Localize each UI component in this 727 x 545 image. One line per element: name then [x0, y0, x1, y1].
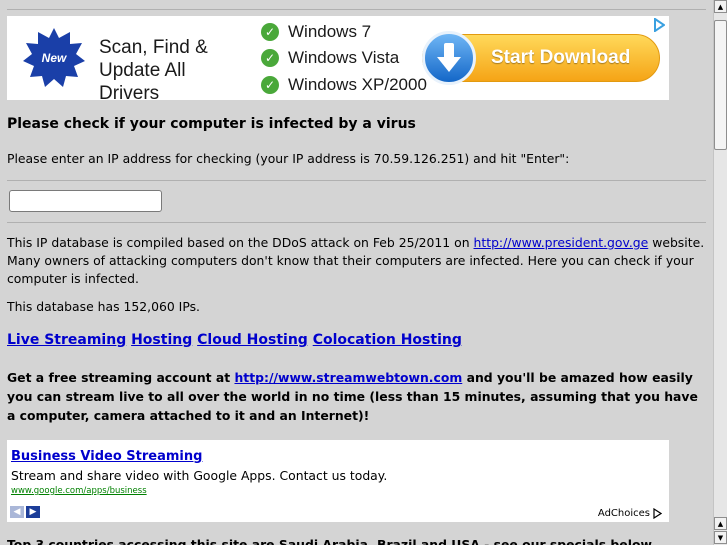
- os-label: Windows XP/2000: [288, 75, 427, 94]
- hosting-link[interactable]: Hosting: [131, 332, 192, 348]
- start-download-label: Start Download: [491, 47, 631, 68]
- ad-nav: ◀ ▶: [10, 506, 40, 518]
- database-info: This IP database is compiled based on th…: [7, 234, 707, 288]
- next-arrow-icon[interactable]: ▶: [26, 506, 40, 518]
- countries-text: Top 3 countries accessing this site are …: [7, 537, 652, 545]
- os-item: ✓ Windows Vista: [261, 45, 399, 71]
- cloud-hosting-link[interactable]: Cloud Hosting: [197, 332, 308, 348]
- ad-choices[interactable]: AdChoices: [598, 508, 662, 519]
- os-label: Windows 7: [288, 22, 372, 41]
- scrollbar-thumb[interactable]: [714, 20, 727, 150]
- scroll-down-icon[interactable]: ▼: [714, 531, 727, 544]
- scroll-up-icon[interactable]: ▲: [714, 0, 727, 13]
- new-badge-icon: New: [23, 28, 85, 87]
- divider: [7, 180, 706, 181]
- download-arrow-icon: [422, 31, 476, 85]
- check-icon: ✓: [261, 49, 279, 67]
- adchoices-triangle-icon: [653, 508, 662, 519]
- check-icon: ✓: [261, 23, 279, 41]
- os-item: ✓ Windows XP/2000: [261, 72, 427, 98]
- os-label: Windows Vista: [288, 48, 400, 67]
- live-streaming-link[interactable]: Live Streaming: [7, 332, 126, 348]
- os-item: ✓ Windows 7: [261, 19, 371, 45]
- ip-address-input[interactable]: [9, 190, 162, 212]
- ad-title-link[interactable]: Business Video Streaming: [11, 449, 202, 464]
- ad-description: Stream and share video with Google Apps.…: [11, 468, 388, 483]
- ad-url-link[interactable]: www.google.com/apps/business: [11, 486, 147, 496]
- info-text: This IP database is compiled based on th…: [7, 235, 474, 250]
- text-ad[interactable]: Business Video Streaming Stream and shar…: [7, 440, 669, 522]
- banner-title: Scan, Find & Update All Drivers: [99, 37, 208, 104]
- streaming-promo: Get a free streaming account at http://w…: [7, 368, 707, 425]
- ad-choices-label: AdChoices: [597, 508, 650, 519]
- ip-prompt: Please enter an IP address for checking …: [7, 151, 570, 166]
- hosting-links: Live Streaming Hosting Cloud Hosting Col…: [7, 332, 462, 348]
- banner-ad[interactable]: New Scan, Find & Update All Drivers ✓ Wi…: [7, 16, 669, 104]
- promo-text: Get a free streaming account at: [7, 370, 235, 385]
- check-icon: ✓: [261, 76, 279, 94]
- badge-text: New: [42, 51, 67, 65]
- adchoices-triangle-icon[interactable]: [653, 18, 665, 32]
- prev-arrow-icon[interactable]: ◀: [10, 506, 24, 518]
- divider: [7, 222, 706, 223]
- scroll-up-icon[interactable]: ▲: [714, 517, 727, 530]
- president-gov-link[interactable]: http://www.president.gov.ge: [474, 235, 649, 250]
- vertical-scrollbar[interactable]: ▲ ▲ ▼: [713, 0, 727, 545]
- streamwebtown-link[interactable]: http://www.streamwebtown.com: [234, 370, 462, 385]
- colocation-hosting-link[interactable]: Colocation Hosting: [313, 332, 462, 348]
- database-count: This database has 152,060 IPs.: [7, 299, 200, 314]
- page-heading: Please check if your computer is infecte…: [7, 116, 416, 132]
- divider: [7, 9, 706, 10]
- web-page: New Scan, Find & Update All Drivers ✓ Wi…: [0, 0, 713, 545]
- start-download-button[interactable]: Start Download: [422, 31, 660, 85]
